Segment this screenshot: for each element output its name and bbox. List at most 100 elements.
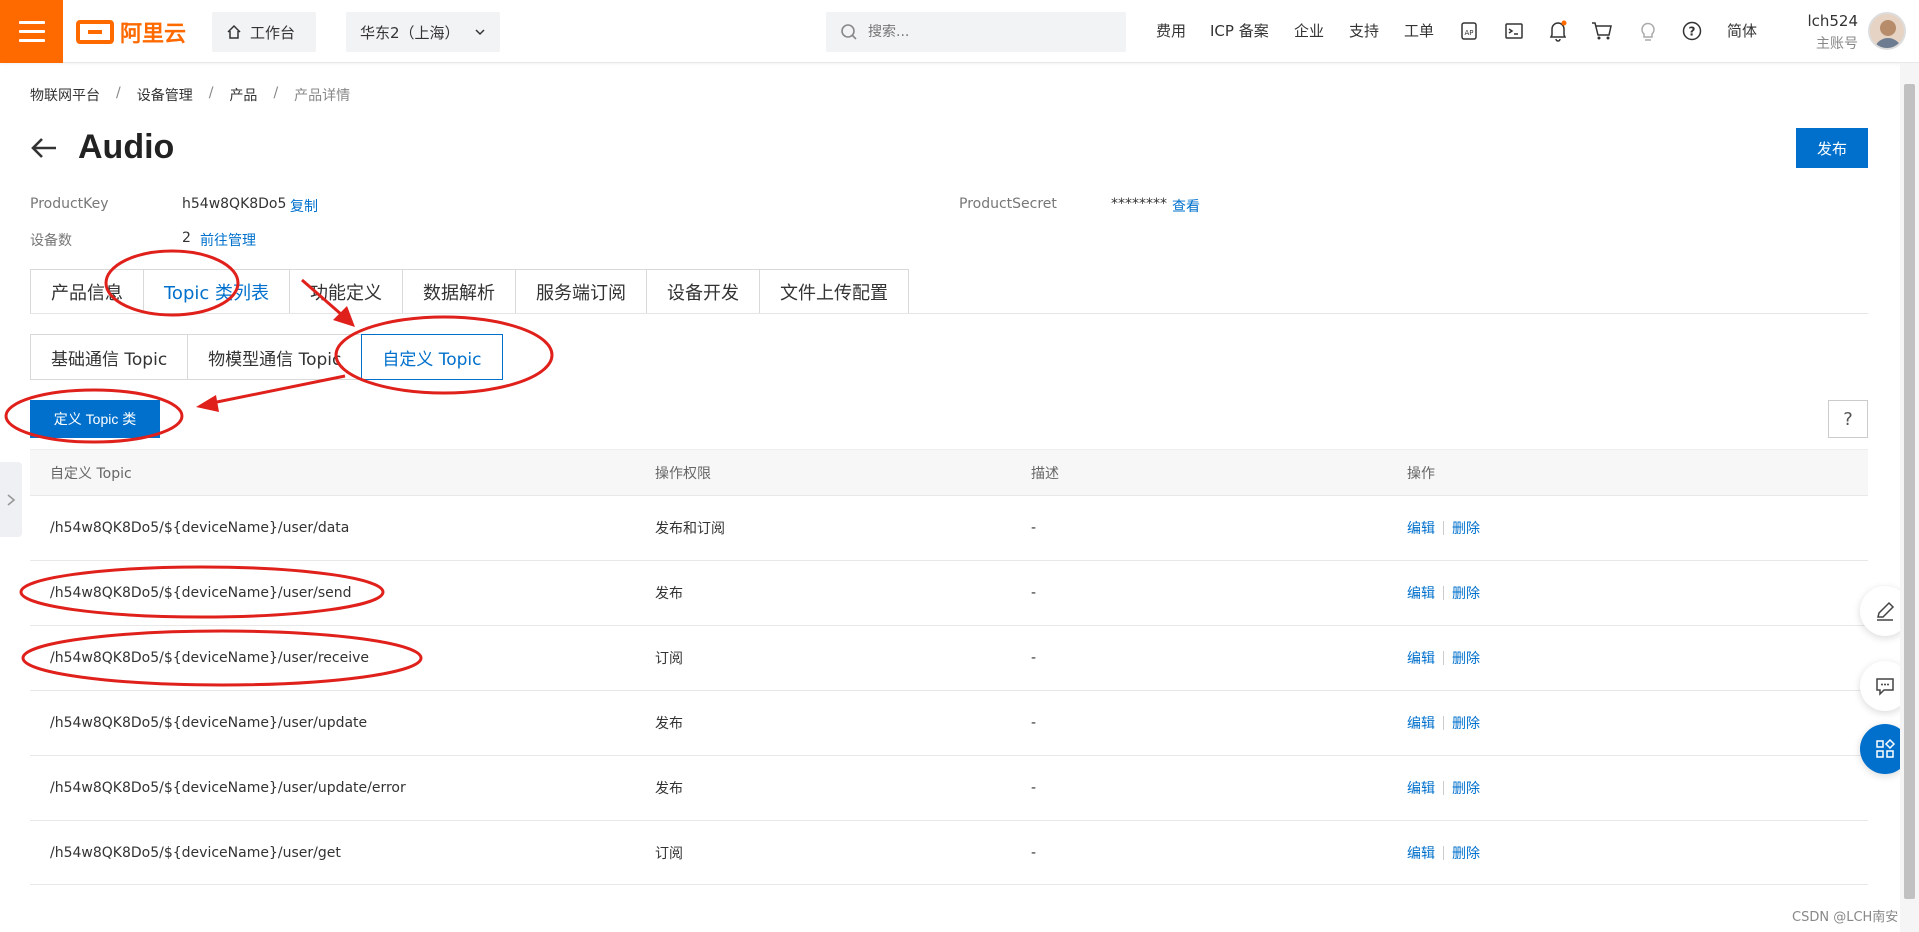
hamburger-menu-button[interactable] (0, 0, 63, 63)
annotation-arrowhead (196, 395, 219, 412)
product-key-value: h54w8QK8Do5 (182, 196, 287, 212)
topic-cell: /h54w8QK8Do5/${deviceName}/user/update (50, 715, 368, 731)
delete-link[interactable]: 删除 (1452, 713, 1480, 733)
workbench-button[interactable]: 工作台 (212, 12, 316, 52)
view-secret-link[interactable]: 查看 (1172, 196, 1200, 216)
copy-link[interactable]: 复制 (290, 196, 318, 216)
tab-device-development[interactable]: 设备开发 (646, 269, 759, 314)
column-header-topic: 自定义 Topic (50, 465, 132, 482)
action-divider (1443, 845, 1444, 860)
table-row: /h54w8QK8Do5/${deviceName}/user/update/e… (30, 755, 1868, 820)
actions-cell: 编辑 删除 (1407, 518, 1868, 538)
tab-file-upload-config[interactable]: 文件上传配置 (759, 269, 909, 314)
tab-product-info[interactable]: 产品信息 (30, 269, 143, 314)
watermark: CSDN @LCH南安 (1792, 910, 1899, 925)
publish-button[interactable]: 发布 (1796, 128, 1868, 168)
edit-link[interactable]: 编辑 (1407, 713, 1435, 733)
side-panel-toggle[interactable] (0, 462, 22, 537)
svg-text:?: ? (1689, 25, 1696, 39)
logo-text: 阿里云 (120, 22, 187, 47)
table-row: /h54w8QK8Do5/${deviceName}/user/update 发… (30, 690, 1868, 755)
subtab-custom-topic[interactable]: 自定义 Topic (361, 334, 503, 380)
tab-data-parsing[interactable]: 数据解析 (402, 269, 515, 314)
actions-cell: 编辑 删除 (1407, 778, 1868, 798)
edit-link[interactable]: 编辑 (1407, 518, 1435, 538)
permission-cell: 发布 (655, 716, 683, 732)
delete-link[interactable]: 删除 (1452, 843, 1480, 863)
table-row: /h54w8QK8Do5/${deviceName}/user/receive … (30, 625, 1868, 690)
tabs-divider (30, 313, 1868, 314)
api-icon[interactable]: AP (1458, 20, 1480, 42)
custom-topic-table: 自定义 Topic 操作权限 描述 操作 /h54w8QK8Do5/${devi… (30, 449, 1868, 885)
delete-link[interactable]: 删除 (1452, 778, 1480, 798)
subtab-thing-model-topic[interactable]: 物模型通信 Topic (187, 334, 362, 380)
define-topic-class-button[interactable]: 定义 Topic 类 (30, 400, 160, 438)
region-label: 华东2（上海） (360, 23, 460, 42)
breadcrumb: 物联网平台 / 设备管理 / 产品 / 产品详情 (30, 85, 350, 105)
description-cell: - (1031, 520, 1037, 536)
nav-link-fees[interactable]: 费用 (1156, 20, 1186, 41)
nav-link-enterprise[interactable]: 企业 (1294, 20, 1324, 41)
permission-cell: 发布 (655, 781, 683, 797)
manage-devices-link[interactable]: 前往管理 (200, 230, 256, 250)
column-header-permission: 操作权限 (655, 465, 711, 482)
user-menu[interactable]: lch524 主账号 (1778, 12, 1858, 53)
annotation-arrow-to-define-button (211, 374, 346, 405)
apps-grid-icon (1876, 738, 1896, 758)
product-secret-label: ProductSecret (959, 196, 1057, 212)
edit-link[interactable]: 编辑 (1407, 583, 1435, 603)
chat-icon (1876, 678, 1894, 696)
lightbulb-icon[interactable] (1637, 20, 1659, 42)
actions-cell: 编辑 删除 (1407, 648, 1868, 668)
edit-link[interactable]: 编辑 (1407, 778, 1435, 798)
edit-link[interactable]: 编辑 (1407, 843, 1435, 863)
action-divider (1443, 586, 1444, 600)
breadcrumb-separator: / (116, 85, 121, 101)
action-divider (1443, 716, 1444, 730)
delete-link[interactable]: 删除 (1452, 583, 1480, 603)
permission-cell: 发布和订阅 (655, 521, 725, 537)
topic-subtabs: 基础通信 Topic 物模型通信 Topic 自定义 Topic (30, 334, 503, 380)
scrollbar-thumb[interactable] (1904, 84, 1915, 899)
terminal-icon[interactable] (1503, 20, 1525, 42)
tab-function-definition[interactable]: 功能定义 (289, 269, 402, 314)
breadcrumb-iot-platform[interactable]: 物联网平台 (30, 85, 100, 105)
top-bar: 阿里云 工作台 华东2（上海） 费用 ICP 备案 企业 支持 工单 AP ? … (0, 0, 1919, 63)
aliyun-logo[interactable]: 阿里云 (76, 17, 186, 47)
region-select[interactable]: 华东2（上海） (346, 12, 500, 52)
workbench-label: 工作台 (250, 23, 296, 42)
subtab-basic-topic[interactable]: 基础通信 Topic (30, 334, 188, 380)
svg-text:AP: AP (1464, 29, 1473, 37)
tab-server-subscription[interactable]: 服务端订阅 (515, 269, 646, 314)
user-role: 主账号 (1816, 36, 1858, 52)
nav-link-ticket[interactable]: 工单 (1404, 20, 1434, 41)
column-header-actions: 操作 (1407, 465, 1435, 482)
table-header: 自定义 Topic 操作权限 描述 操作 (30, 449, 1868, 495)
aliyun-logo-icon (76, 20, 114, 44)
delete-link[interactable]: 删除 (1452, 648, 1480, 668)
topic-cell: /h54w8QK8Do5/${deviceName}/user/get (50, 844, 341, 861)
tab-topic-list[interactable]: Topic 类列表 (143, 269, 289, 314)
search-input[interactable] (868, 24, 1098, 40)
actions-cell: 编辑 删除 (1407, 583, 1868, 603)
description-cell: - (1031, 650, 1037, 666)
description-cell: - (1031, 585, 1037, 601)
column-header-description: 描述 (1031, 465, 1059, 482)
bell-icon[interactable] (1547, 20, 1569, 42)
edit-link[interactable]: 编辑 (1407, 648, 1435, 668)
delete-link[interactable]: 删除 (1452, 518, 1480, 538)
search-box[interactable] (826, 12, 1126, 52)
pencil-icon (1877, 601, 1895, 621)
breadcrumb-product[interactable]: 产品 (229, 85, 257, 105)
back-arrow-icon[interactable] (30, 136, 58, 160)
avatar[interactable] (1868, 12, 1906, 50)
breadcrumb-device-management[interactable]: 设备管理 (137, 85, 193, 105)
help-circle-icon[interactable]: ? (1681, 20, 1703, 42)
device-count-label: 设备数 (30, 233, 72, 249)
nav-link-support[interactable]: 支持 (1349, 20, 1379, 41)
language-switch[interactable]: 简体 (1727, 20, 1757, 41)
help-button[interactable]: ? (1828, 400, 1868, 438)
description-cell: - (1031, 844, 1037, 861)
cart-icon[interactable] (1591, 20, 1613, 42)
nav-link-icp[interactable]: ICP 备案 (1210, 20, 1269, 41)
